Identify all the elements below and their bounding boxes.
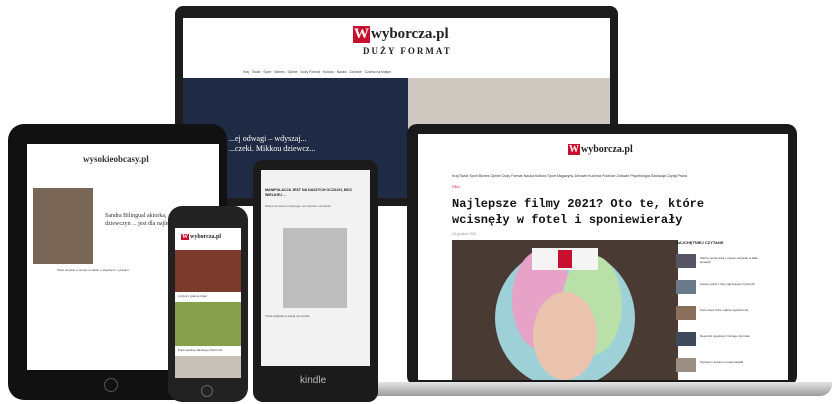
nav-item[interactable]: Kraj	[243, 70, 249, 74]
nav-item[interactable]: Sport	[263, 70, 271, 74]
sidebar-item-text: Ważny temat dnia z opisem artykułu w kil…	[700, 256, 758, 264]
sidebar-thumbnail	[676, 332, 696, 346]
nav-item[interactable]: Zdrowie	[617, 174, 630, 178]
nav-item[interactable]: Opinie	[288, 70, 298, 74]
phone-home-button[interactable]	[201, 385, 213, 397]
desktop-subtitle: DUŻY FORMAT	[363, 46, 452, 56]
sidebar-item[interactable]: Ważny temat dnia z opisem artykułu w kil…	[676, 254, 768, 270]
nav-item[interactable]: Sport	[469, 174, 478, 178]
nav-item[interactable]: Kraj	[452, 174, 458, 178]
nav-item[interactable]: Duży Format	[301, 70, 320, 74]
nav-item[interactable]: Świat	[459, 174, 468, 178]
nav-item[interactable]: Zdrowie	[574, 174, 587, 178]
tablet-portrait-photo[interactable]	[33, 188, 93, 264]
sidebar-thumbnail	[676, 280, 696, 294]
sidebar-thumbnail	[676, 358, 696, 372]
nav-item[interactable]: Nauka	[337, 70, 347, 74]
kindle-lead: Wstęp do tekstu czytanego na czytniku e-…	[265, 204, 332, 208]
nav-item[interactable]: Świat	[252, 70, 260, 74]
nav-item[interactable]: Biznes	[479, 174, 490, 178]
sidebar-item-text: Reportaż tygodnia z Dużego Formatu	[700, 334, 750, 338]
nav-item[interactable]: Edukacja	[651, 174, 666, 178]
sidebar-item[interactable]: Komentarz dnia i ważne wydarzenia	[676, 306, 768, 322]
nav-item[interactable]: Duży Format	[502, 174, 523, 178]
phone-article-image[interactable]	[175, 356, 241, 378]
phone-logo[interactable]: Wwyborcza.pl	[181, 234, 221, 240]
phone-article-caption[interactable]: Artykuł z galerią zdjęć	[178, 294, 238, 298]
nav-item[interactable]: Sport	[547, 174, 556, 178]
kindle-brand-label: kindle	[300, 375, 327, 386]
kindle-body: Treść artykułu w wersji na czytnik.	[265, 314, 311, 318]
laptop-base	[364, 382, 832, 396]
nav-item[interactable]: Kultura	[323, 70, 334, 74]
wyborcza-logo-mark: W	[353, 26, 370, 43]
nav-item[interactable]: Magazyny	[557, 174, 573, 178]
desktop-nav[interactable]: Kraj · Świat · Sport · Biznes · Opinie ·…	[243, 70, 391, 74]
article-headline[interactable]: Najlepsze filmy 2021? Oto te, które wcis…	[452, 196, 722, 228]
phone-article-caption[interactable]: Ptasi siedlisk dalekiego Wschodu	[178, 348, 238, 352]
nav-item[interactable]: Kultura	[535, 174, 546, 178]
sidebar-item-text: Kolejny tekst z listy najczęściej czytan…	[700, 282, 756, 286]
article-hero-photo[interactable]	[452, 240, 678, 380]
laptop-logo[interactable]: Wwyborcza.pl	[568, 144, 633, 155]
nav-item[interactable]: Zdrowie	[350, 70, 362, 74]
nav-item[interactable]: Opinie	[491, 174, 501, 178]
nav-item[interactable]: Czarno na białym	[365, 70, 391, 74]
article-category[interactable]: Film	[452, 184, 460, 189]
sidebar-item[interactable]: Reportaż tygodnia z Dużego Formatu	[676, 332, 768, 348]
sidebar-thumbnail	[676, 254, 696, 268]
laptop-screen: Wwyborcza.pl Kraj Świat Sport Biznes Opi…	[418, 134, 788, 380]
wyborcza-logo-mark: W	[181, 234, 189, 240]
nav-item[interactable]: Podróże	[602, 174, 615, 178]
phone-article-image[interactable]	[175, 250, 241, 292]
desktop-hero-title[interactable]: ...ej odwagi – wdyszaj... ...czeki. Mikk…	[229, 134, 319, 154]
desktop-logo[interactable]: Wwyborcza.pl	[353, 26, 449, 43]
nav-item[interactable]: Psychologia	[630, 174, 649, 178]
nav-item[interactable]: Czytaj	[667, 174, 677, 178]
tablet-home-button[interactable]	[104, 378, 118, 392]
sidebar-item-text: Komentarz dnia i ważne wydarzenia	[700, 308, 749, 312]
kindle-screen: MANIPULACJA JEST NA NASZYCH OCZACH, MOC …	[261, 170, 370, 366]
nav-item[interactable]: Biznes	[274, 70, 284, 74]
tablet-logo[interactable]: wysokieobcasy.pl	[83, 154, 149, 164]
kindle-photo	[283, 228, 347, 308]
phone-article-image[interactable]	[175, 302, 241, 346]
sidebar-item[interactable]: Kolejny tekst z listy najczęściej czytan…	[676, 280, 768, 296]
sidebar-item[interactable]: Wywiad z autorem nowej książki	[676, 358, 768, 374]
sidebar-item-text: Wywiad z autorem nowej książki	[700, 360, 744, 364]
phone-screen: Wwyborcza.pl Artykuł z galerią zdjęć Pta…	[175, 228, 241, 378]
hero-photo-illustration	[452, 240, 678, 380]
nav-item[interactable]: Nauka	[524, 174, 534, 178]
laptop-nav[interactable]: Kraj Świat Sport Biznes Opinie Duży Form…	[452, 174, 687, 178]
kindle-headline: MANIPULACJA JEST NA NASZYCH OCZACH, MOC …	[265, 188, 353, 197]
wyborcza-logo-mark: W	[568, 144, 580, 155]
nav-item[interactable]: Praca	[678, 174, 687, 178]
sidebar-thumbnail	[676, 306, 696, 320]
sidebar-title: NAJCHĘTNIEJ CZYTANE	[676, 240, 724, 245]
article-meta: 15 grudnia 2021	[452, 232, 477, 236]
nav-item[interactable]: Kuchnia	[588, 174, 601, 178]
